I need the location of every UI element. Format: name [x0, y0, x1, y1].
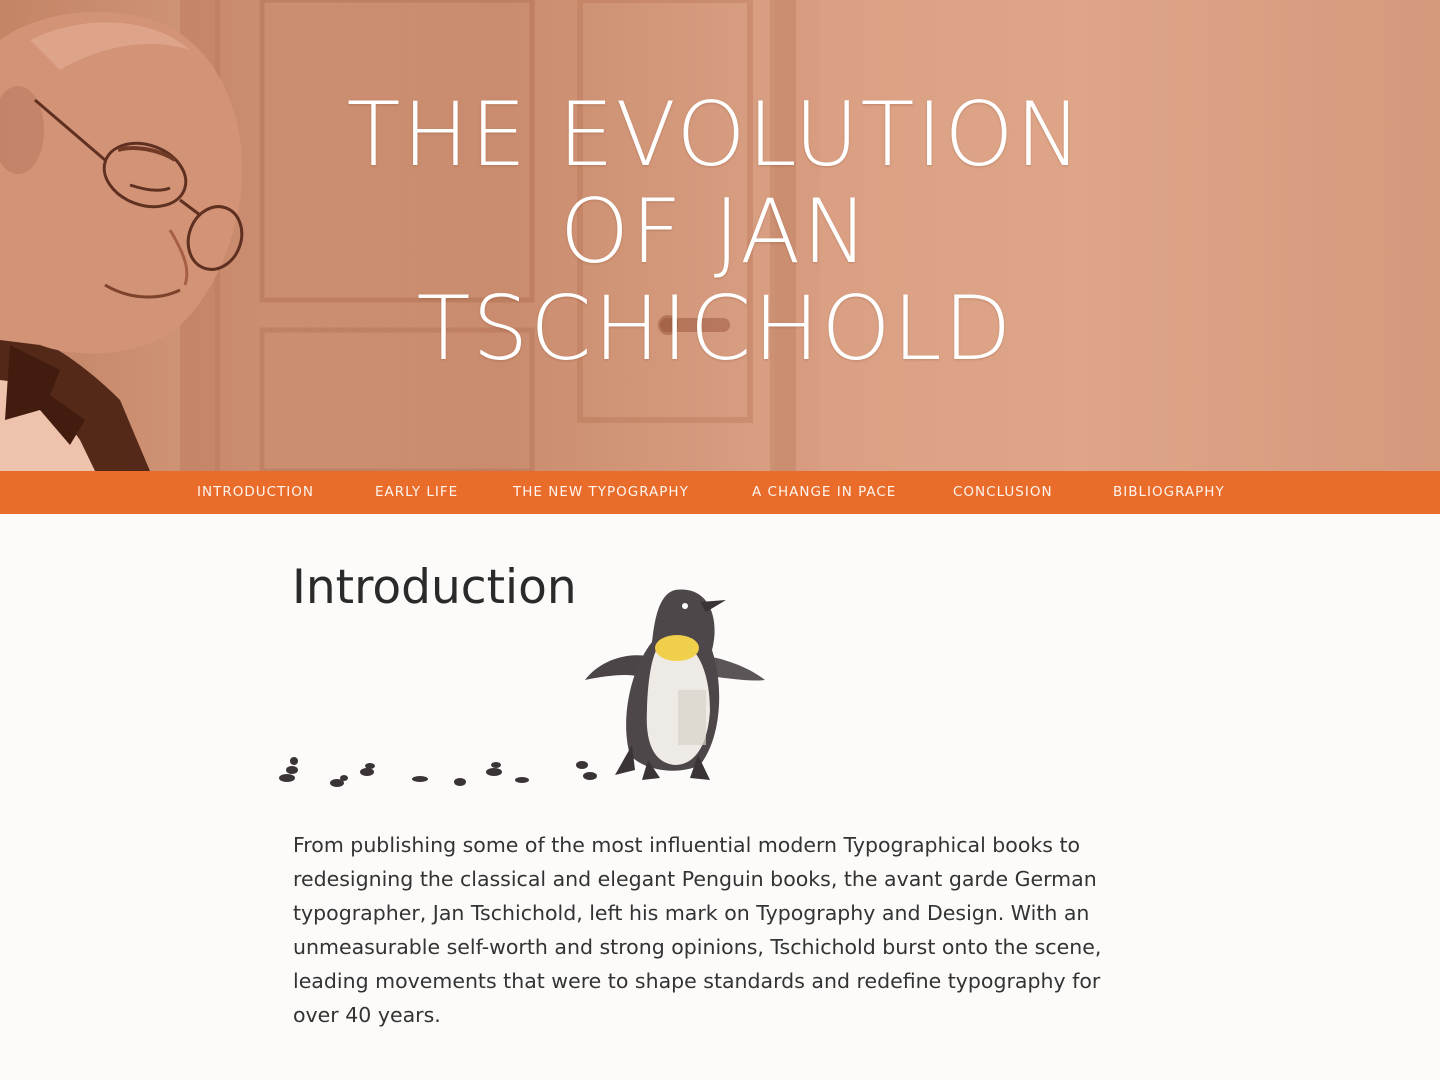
nav-item-the-new-typography[interactable]: THE NEW TYPOGRAPHY: [513, 471, 689, 514]
nav-item-conclusion[interactable]: CONCLUSION: [953, 471, 1053, 514]
intro-paragraph: From publishing some of the most influen…: [293, 833, 1102, 1027]
footprints: [279, 757, 597, 787]
main-navigation: INTRODUCTION EARLY LIFE THE NEW TYPOGRAP…: [0, 471, 1440, 514]
penguin: [585, 589, 765, 780]
nav-item-a-change-in-pace[interactable]: A CHANGE IN PACE: [752, 471, 896, 514]
nav-item-bibliography[interactable]: BIBLIOGRAPHY: [1113, 471, 1225, 514]
nav-item-early-life[interactable]: EARLY LIFE: [375, 471, 458, 514]
hero-banner: THE EVOLUTION OF JAN TSCHICHOLD: [0, 0, 1440, 471]
page-title: THE EVOLUTION OF JAN TSCHICHOLD: [346, 83, 1084, 380]
penguin-illustration: [279, 589, 765, 787]
nav-item-introduction[interactable]: INTRODUCTION: [197, 471, 314, 514]
